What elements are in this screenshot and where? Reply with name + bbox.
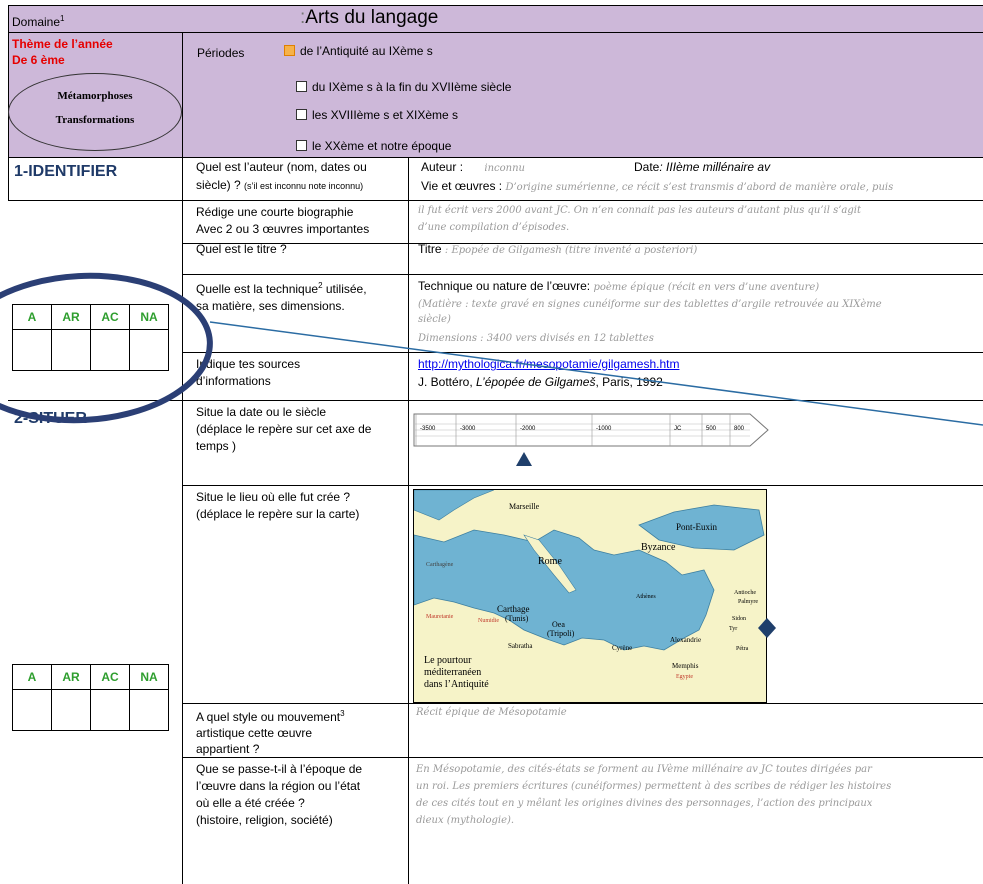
timeline: -3500 -3000 -2000 -1000 JC 500 800 — [413, 413, 769, 466]
grade-a: A — [12, 304, 52, 330]
map-label-egypte: Egypte — [676, 674, 693, 680]
header-top-row — [8, 5, 983, 32]
map-label-marseille: Marseille — [509, 502, 540, 511]
grade-table-2: A AR AC NA — [12, 664, 169, 731]
map-label-pont-euxin: Pont-Euxin — [676, 522, 718, 532]
theme-label: Thème de l’année De 6 ème — [12, 37, 113, 67]
map-label-mauretanie: Mauretanie — [426, 614, 454, 620]
map-label-byzance: Byzance — [641, 542, 676, 553]
period-option-0[interactable]: de l’Antiquité au IXème s — [284, 44, 433, 58]
map-label-carthage: Carthage — [497, 604, 530, 614]
grade-cell[interactable] — [51, 329, 91, 371]
grade-cell[interactable] — [51, 689, 91, 731]
grade-ar: AR — [51, 304, 91, 330]
answer-vie-oeuvres: Vie et œuvres : D’origine sumérienne, ce… — [421, 179, 894, 193]
grade-cell[interactable] — [129, 689, 169, 731]
timeline-tick-label: 800 — [734, 426, 745, 432]
timeline-tick-label: -3000 — [460, 426, 476, 432]
map-label-petra: Pétra — [736, 646, 749, 652]
grade-cell[interactable] — [12, 689, 52, 731]
period-option-2[interactable]: les XVIIIème s et XIXème s — [296, 108, 458, 122]
question-epoque: Que se passe-t-il à l’époque de l’œuvre … — [196, 762, 363, 827]
answer-titre: Titre : Epopée de Gilgamesh (titre inven… — [418, 242, 698, 256]
checkbox-icon[interactable] — [296, 140, 307, 151]
grade-na: NA — [129, 664, 169, 690]
checkbox-icon[interactable] — [284, 45, 295, 56]
map-label-palmyre: Palmyre — [738, 599, 758, 605]
source-book: J. Bottéro, L’épopée de Gilgameš, Paris,… — [418, 375, 663, 389]
section-identifier-title: 1-IDENTIFIER — [14, 163, 118, 180]
period-option-1[interactable]: du IXème s à la fin du XVIIème siècle — [296, 80, 511, 94]
question-titre: Quel est le titre ? — [196, 242, 287, 256]
map-label-sidon: Sidon — [732, 616, 747, 622]
grade-na: NA — [129, 304, 169, 330]
page-title: :Arts du langage — [300, 7, 439, 28]
map-label-cyrene: Cyrène — [612, 644, 633, 652]
answer-style: Récit épique de Mésopotamie — [416, 707, 567, 718]
question-style: A quel style ou mouvement3 artistique ce… — [196, 709, 345, 756]
question-date: Situe la date ou le siècle (déplace le r… — [196, 405, 372, 453]
map-label-alexandrie: Alexandrie — [670, 636, 702, 644]
section-situer-title: 2-SITUER — [14, 410, 87, 427]
grade-ac: AC — [90, 304, 130, 330]
timeline-marker[interactable] — [516, 452, 532, 466]
domain-label: Domaine1 — [12, 14, 65, 29]
map: Marseille Pont-Euxin Byzance Rome Cartha… — [413, 489, 767, 703]
map-label-oea: Oea — [552, 620, 565, 629]
answer-auteur: Auteur : inconnu — [421, 160, 525, 174]
grade-cell[interactable] — [90, 329, 130, 371]
map-label-tunis: (Tunis) — [505, 614, 529, 623]
answer-biographie: il fut écrit vers 2000 avant JC. On n’en… — [418, 205, 862, 233]
period-option-3[interactable]: le XXème et notre époque — [296, 139, 451, 153]
map-label-memphis: Memphis — [672, 662, 699, 670]
answer-date: Date: IIIème millénaire av — [634, 160, 771, 174]
grade-cell[interactable] — [129, 329, 169, 371]
timeline-tick-label: JC — [674, 426, 682, 432]
map-label-sabratha: Sabratha — [508, 642, 533, 650]
timeline-tick-label: -2000 — [520, 426, 536, 432]
theme-oval: Métamorphoses Transformations — [8, 73, 182, 151]
source-link[interactable]: http://mythologica.fr/mesopotamie/gilgam… — [418, 357, 679, 371]
grade-ar: AR — [51, 664, 91, 690]
periods-label: Périodes — [197, 46, 245, 60]
grade-ac: AC — [90, 664, 130, 690]
map-label-tyr: Tyr — [729, 626, 738, 632]
map-caption: Le pourtour méditerranéen dans l’Antiqui… — [424, 655, 489, 690]
map-label-athenes: Athènes — [636, 594, 656, 600]
question-sources: Indique tes sources d’informations — [196, 357, 301, 388]
question-biographie: Rédige une courte biographie Avec 2 ou 3… — [196, 205, 370, 236]
timeline-tick-label: 500 — [706, 426, 717, 432]
question-lieu: Situe le lieu où elle fut crée ? (déplac… — [196, 490, 360, 521]
grade-cell[interactable] — [12, 329, 52, 371]
map-label-numidie: Numidie — [478, 618, 499, 624]
map-label-carthagene: Carthagène — [426, 562, 454, 568]
map-label-antioche: Antioche — [734, 590, 756, 596]
question-auteur: Quel est l’auteur (nom, dates ou siècle)… — [196, 160, 367, 192]
checkbox-icon[interactable] — [296, 109, 307, 120]
timeline-tick-label: -3500 — [420, 426, 436, 432]
answer-matiere: (Matière : texte gravé en signes cunéifo… — [418, 299, 882, 344]
grade-a: A — [12, 664, 52, 690]
grade-cell[interactable] — [90, 689, 130, 731]
answer-epoque: En Mésopotamie, des cités-états se forme… — [416, 764, 892, 826]
grade-table-1: A AR AC NA — [12, 304, 169, 371]
timeline-tick-label: -1000 — [596, 426, 612, 432]
map-label-tripoli: (Tripoli) — [547, 629, 575, 638]
answer-technique: Technique ou nature de l’œuvre: poème ép… — [418, 279, 820, 293]
map-label-rome: Rome — [538, 556, 562, 567]
checkbox-icon[interactable] — [296, 81, 307, 92]
question-technique: Quelle est la technique2 utilisée, sa ma… — [196, 281, 367, 313]
